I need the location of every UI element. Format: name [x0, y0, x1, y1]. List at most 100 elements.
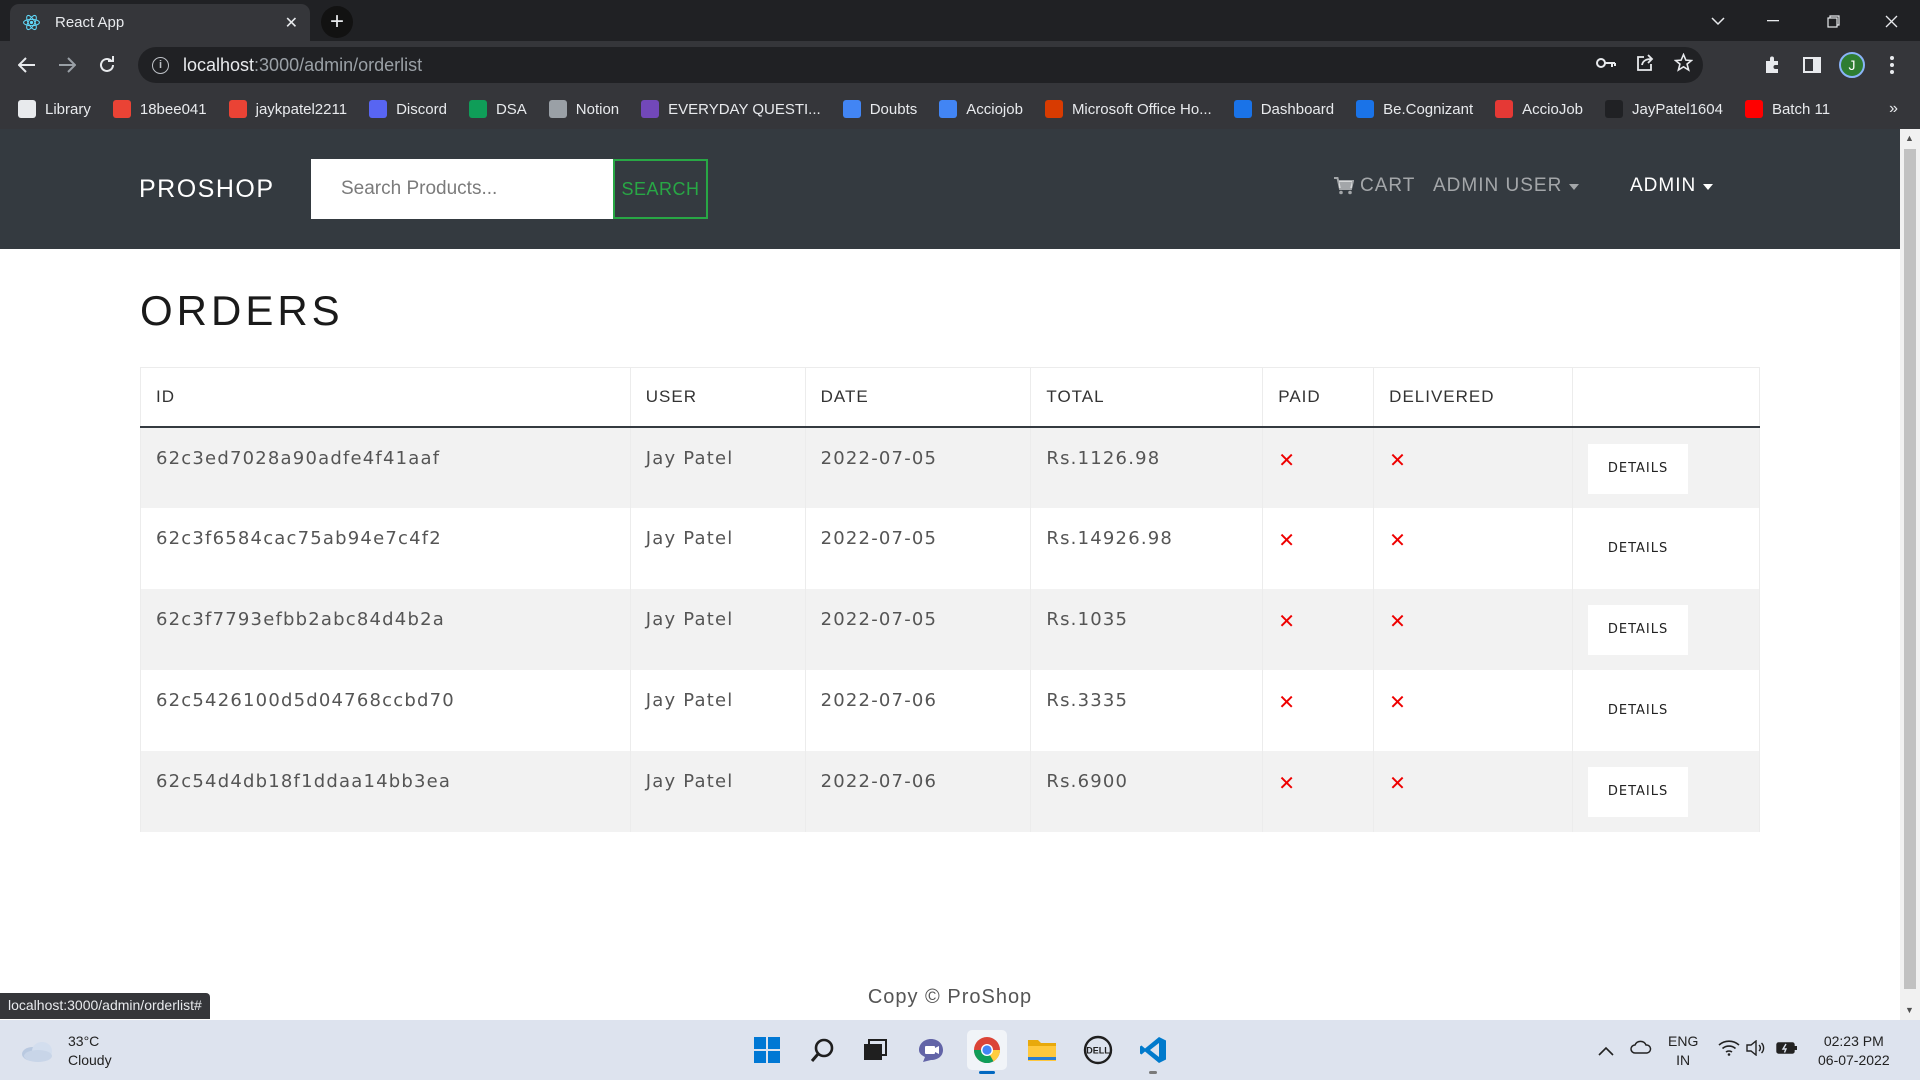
forms-icon — [641, 100, 660, 118]
battery-charging-icon[interactable] — [1776, 1040, 1798, 1061]
bookmark-item[interactable]: JayPatel1604 — [1605, 100, 1723, 118]
profile-avatar[interactable]: J — [1835, 48, 1869, 82]
bookmark-item[interactable]: Doubts — [842, 100, 918, 118]
key-icon[interactable] — [1596, 56, 1616, 74]
bookmark-label: Dashboard — [1260, 100, 1335, 118]
new-tab-button[interactable]: + — [321, 6, 353, 38]
cross-icon: ✕ — [1389, 608, 1408, 633]
cart-link[interactable]: CART — [1334, 175, 1415, 197]
reload-icon[interactable] — [90, 48, 124, 82]
scrollbar-thumb[interactable] — [1904, 149, 1916, 989]
details-button[interactable]: DETAILS — [1588, 443, 1689, 494]
gmail-icon — [228, 100, 247, 118]
order-date-cell: 2022-07-06 — [804, 669, 1032, 751]
page-scrollbar[interactable]: ▲ ▼ — [1900, 129, 1920, 1020]
share-icon[interactable] — [1636, 53, 1654, 77]
tray-overflow-chevron-icon[interactable] — [1598, 1042, 1614, 1061]
close-tab-icon[interactable]: ✕ — [285, 13, 298, 33]
bookmark-item[interactable]: 18bee041 — [112, 100, 207, 118]
clock[interactable]: 02:23 PM 06-07-2022 — [1818, 1032, 1890, 1070]
order-total-cell: Rs.3335 — [1030, 669, 1264, 751]
language-code: ENG — [1668, 1033, 1699, 1049]
table-row: 62c3f6584cac75ab94e7c4f2 Jay Patel 2022-07… — [140, 507, 1760, 589]
scroll-down-icon[interactable]: ▼ — [1905, 1005, 1914, 1015]
orders-table: ID USER DATE TOTAL PAID DELIVERED 62c3ed… — [140, 367, 1760, 832]
search-button[interactable]: SEARCH — [613, 159, 708, 219]
order-paid-cell: ✕ — [1262, 507, 1375, 589]
bookmark-item[interactable]: Notion — [548, 100, 619, 118]
bookmark-item[interactable]: Library — [18, 100, 91, 118]
scroll-up-icon[interactable]: ▲ — [1905, 133, 1914, 143]
url-path: :3000/admin/orderlist — [254, 54, 423, 75]
volume-icon[interactable] — [1746, 1039, 1766, 1061]
bookmark-label: jaykpatel2211 — [255, 100, 348, 118]
details-button[interactable]: DETAILS — [1588, 604, 1689, 655]
extensions-icon[interactable] — [1755, 48, 1789, 82]
chrome-icon[interactable] — [967, 1030, 1007, 1074]
onedrive-cloud-icon[interactable] — [1630, 1040, 1652, 1059]
bookmark-item[interactable]: Acciojob — [939, 100, 1023, 118]
bookmarks-overflow-icon[interactable]: » — [1889, 100, 1898, 118]
youtube-icon — [1744, 100, 1763, 118]
order-delivered-cell: ✕ — [1373, 669, 1574, 751]
site-info-icon[interactable]: i — [152, 56, 169, 74]
bookmark-label: Batch 11 — [1771, 100, 1831, 118]
table-row: 62c54d4db18f1ddaa14bb3ea Jay Patel 2022-07… — [140, 750, 1760, 832]
order-date-cell: 2022-07-05 — [804, 507, 1032, 589]
user-menu-dropdown[interactable]: ADMIN USER — [1433, 175, 1580, 197]
bookmark-item[interactable]: Dashboard — [1233, 100, 1335, 118]
address-bar[interactable]: i localhost:3000/admin/orderlist — [138, 47, 1703, 83]
cognizant-icon — [1356, 100, 1375, 118]
browser-menu-icon[interactable] — [1875, 48, 1909, 82]
bookmark-label: Doubts — [869, 100, 918, 118]
wifi-icon[interactable] — [1718, 1040, 1740, 1061]
forward-arrow-icon[interactable] — [50, 48, 84, 82]
search-input[interactable] — [311, 159, 613, 219]
language-indicator[interactable]: ENG IN — [1668, 1032, 1698, 1070]
start-windows-icon[interactable] — [747, 1030, 787, 1070]
bookmark-star-icon[interactable] — [1673, 52, 1694, 77]
vscode-icon[interactable] — [1133, 1030, 1173, 1074]
bookmark-item[interactable]: EVERYDAY QUESTI... — [641, 100, 821, 118]
bookmark-item[interactable]: AccioJob — [1495, 100, 1583, 118]
bookmark-item[interactable]: Be.Cognizant — [1356, 100, 1473, 118]
browser-tab-active[interactable]: React App ✕ — [10, 4, 310, 41]
running-app-indicator — [1149, 1071, 1157, 1074]
teams-chat-icon[interactable] — [911, 1030, 951, 1070]
tab-search-icon[interactable] — [1695, 6, 1741, 36]
admin-menu-dropdown[interactable]: ADMIN — [1630, 175, 1714, 197]
bookmark-item[interactable]: Microsoft Office Ho... — [1044, 100, 1212, 118]
file-explorer-icon[interactable] — [1022, 1030, 1062, 1070]
restore-icon[interactable] — [1810, 6, 1856, 36]
bookmark-item[interactable]: Discord — [369, 100, 447, 118]
details-button[interactable]: DETAILS — [1588, 766, 1689, 817]
cross-icon: ✕ — [1389, 527, 1408, 552]
details-button[interactable]: DETAILS — [1588, 686, 1688, 736]
task-view-icon[interactable] — [855, 1030, 895, 1070]
close-window-icon[interactable] — [1868, 6, 1914, 36]
order-delivered-cell: ✕ — [1373, 750, 1574, 832]
minimize-icon[interactable] — [1750, 6, 1796, 36]
bookmark-item[interactable]: jaykpatel2211 — [228, 100, 348, 118]
side-panel-icon[interactable] — [1795, 48, 1829, 82]
back-arrow-icon[interactable] — [10, 48, 44, 82]
brand-logo[interactable]: PROSHOP — [139, 175, 275, 204]
bookmark-label: Library — [45, 100, 91, 118]
weather-widget[interactable]: 33°C Cloudy — [20, 1032, 112, 1070]
search-icon[interactable] — [803, 1030, 843, 1070]
order-paid-cell: ✕ — [1262, 588, 1375, 670]
bookmark-item[interactable]: DSA — [468, 100, 527, 118]
bookmark-item[interactable]: Batch 11 — [1744, 100, 1831, 118]
order-actions-cell: DETAILS — [1572, 507, 1760, 589]
order-user-cell: Jay Patel — [629, 426, 806, 508]
order-total-cell: Rs.6900 — [1030, 750, 1264, 832]
order-paid-cell: ✕ — [1262, 750, 1375, 832]
column-header-delivered: DELIVERED — [1373, 367, 1574, 428]
user-menu-label: ADMIN USER — [1433, 175, 1563, 196]
details-button[interactable]: DETAILS — [1588, 524, 1688, 574]
dell-icon[interactable]: DELL — [1078, 1030, 1118, 1070]
column-header-actions — [1572, 367, 1760, 428]
windows-taskbar: 33°C Cloudy DELL ENG IN 02:23 PM 06-07-2… — [0, 1020, 1920, 1080]
cart-label: CART — [1360, 175, 1416, 196]
cross-icon: ✕ — [1278, 447, 1297, 472]
